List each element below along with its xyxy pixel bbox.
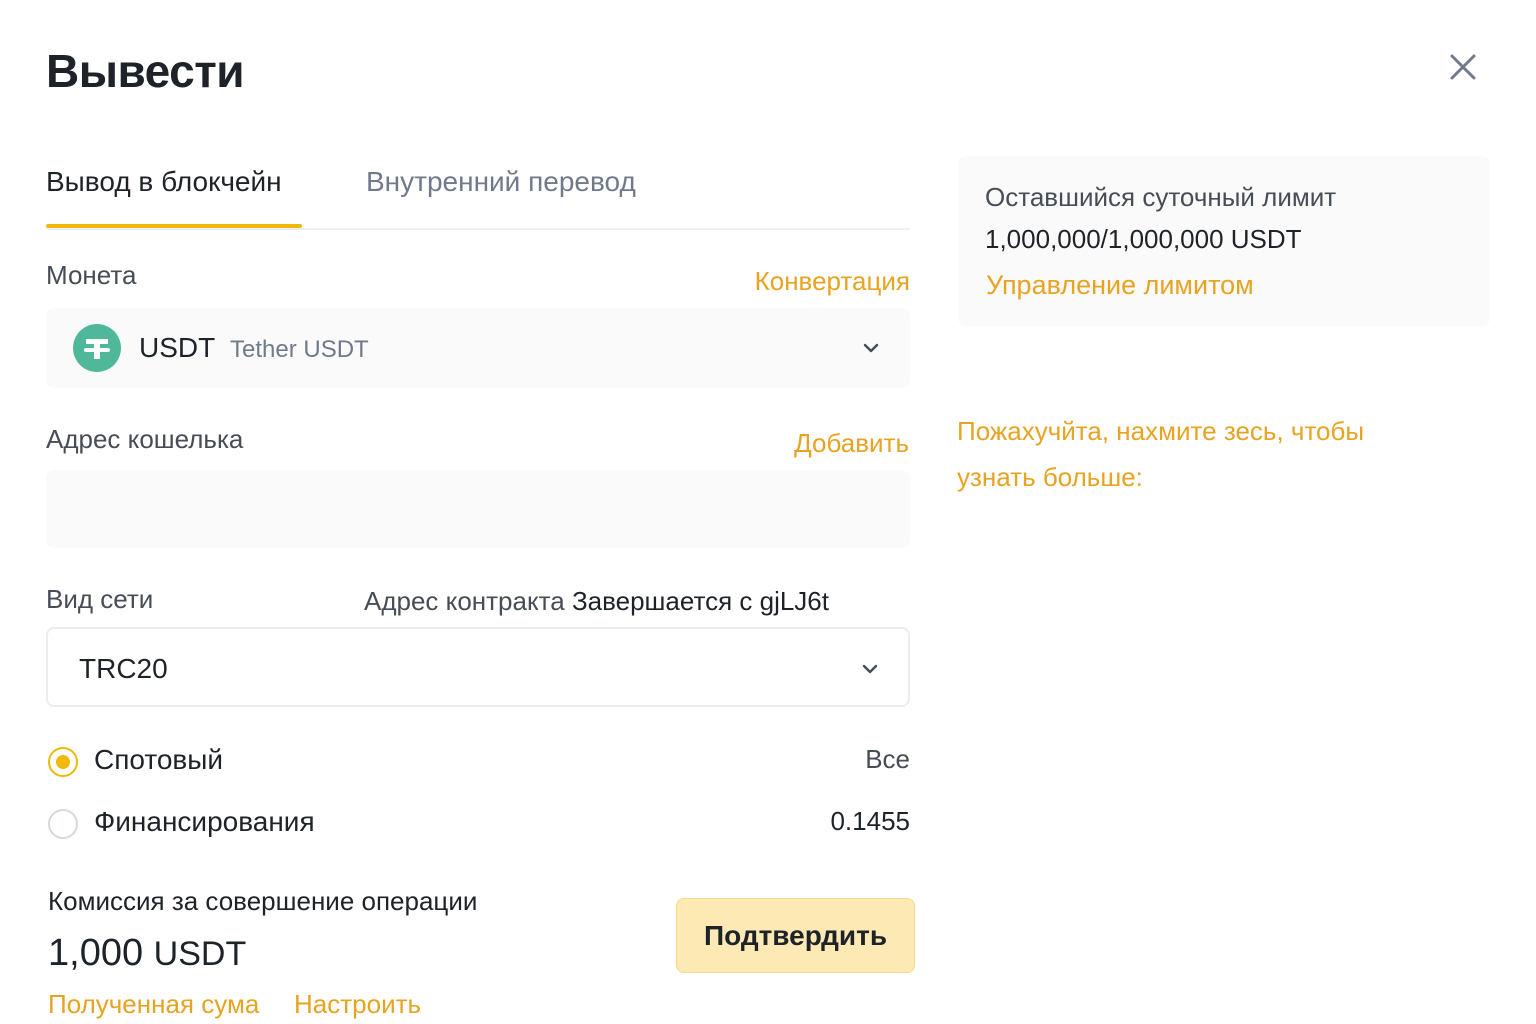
close-button[interactable] — [1444, 48, 1482, 86]
contract-address-label: Адрес контракта — [364, 586, 565, 616]
tab-bar: Вывод в блокчейн Внутренний перевод — [46, 166, 910, 230]
account-option-funding[interactable]: Финансирования 0.1455 — [46, 806, 910, 846]
fee-unit: USDT — [153, 935, 247, 973]
account-label: Спотовый — [94, 744, 224, 775]
radio-selected[interactable] — [48, 747, 78, 777]
wallet-address-label: Адрес кошелька — [46, 424, 244, 454]
chevron-down-icon — [862, 664, 878, 674]
manage-limit-link[interactable]: Управление лимитом — [986, 270, 1254, 301]
fee-label: Комиссия за совершение операции — [48, 886, 478, 916]
received-amount-link[interactable]: Полученная сума — [48, 989, 259, 1020]
wallet-address-input[interactable] — [46, 470, 910, 548]
network-label: Вид сети — [46, 584, 154, 614]
network-select[interactable]: TRC20 — [46, 627, 910, 707]
limit-title: Оставшийся суточный лимит — [985, 182, 1337, 212]
learn-more-link[interactable]: Пожахучйта, нахмите зесь, чтобы узнать б… — [957, 408, 1427, 500]
tab-internal-transfer[interactable]: Внутренний перевод — [366, 166, 636, 198]
tab-onchain-withdraw[interactable]: Вывод в блокчейн — [46, 166, 282, 198]
active-tab-indicator — [46, 224, 302, 228]
account-label: Финансирования — [94, 806, 315, 837]
daily-limit-card: Оставшийся суточный лимит 1,000,000/1,00… — [958, 156, 1490, 326]
convert-link[interactable]: Конвертация — [755, 266, 910, 297]
contract-address: Адрес контракта Завершается с gjLJ6t — [364, 586, 829, 617]
network-value: TRC20 — [79, 653, 168, 684]
fee-value: 1,000 — [48, 932, 144, 974]
account-option-spot[interactable]: Спотовый Все — [46, 744, 910, 784]
page-title: Вывести — [46, 45, 245, 97]
coin-label: Монета — [46, 260, 137, 290]
confirm-button[interactable]: Подтвердить — [676, 898, 915, 973]
fee-amount: 1,000 USDT — [48, 932, 246, 975]
coin-symbol: USDT — [139, 332, 216, 363]
all-balance-button[interactable]: Все — [865, 744, 910, 775]
adjust-link[interactable]: Настроить — [294, 989, 421, 1020]
tether-icon — [73, 324, 121, 372]
coin-name: Tether USDT — [230, 336, 369, 363]
account-balance: 0.1455 — [830, 806, 910, 836]
add-address-link[interactable]: Добавить — [794, 428, 909, 459]
radio-unselected[interactable] — [48, 809, 78, 839]
contract-address-value: Завершается с gjLJ6t — [571, 586, 829, 616]
close-icon — [1450, 54, 1476, 80]
chevron-down-icon — [863, 343, 879, 353]
coin-select[interactable]: USDT Tether USDT — [46, 308, 910, 388]
limit-value: 1,000,000/1,000,000 USDT — [985, 224, 1302, 254]
